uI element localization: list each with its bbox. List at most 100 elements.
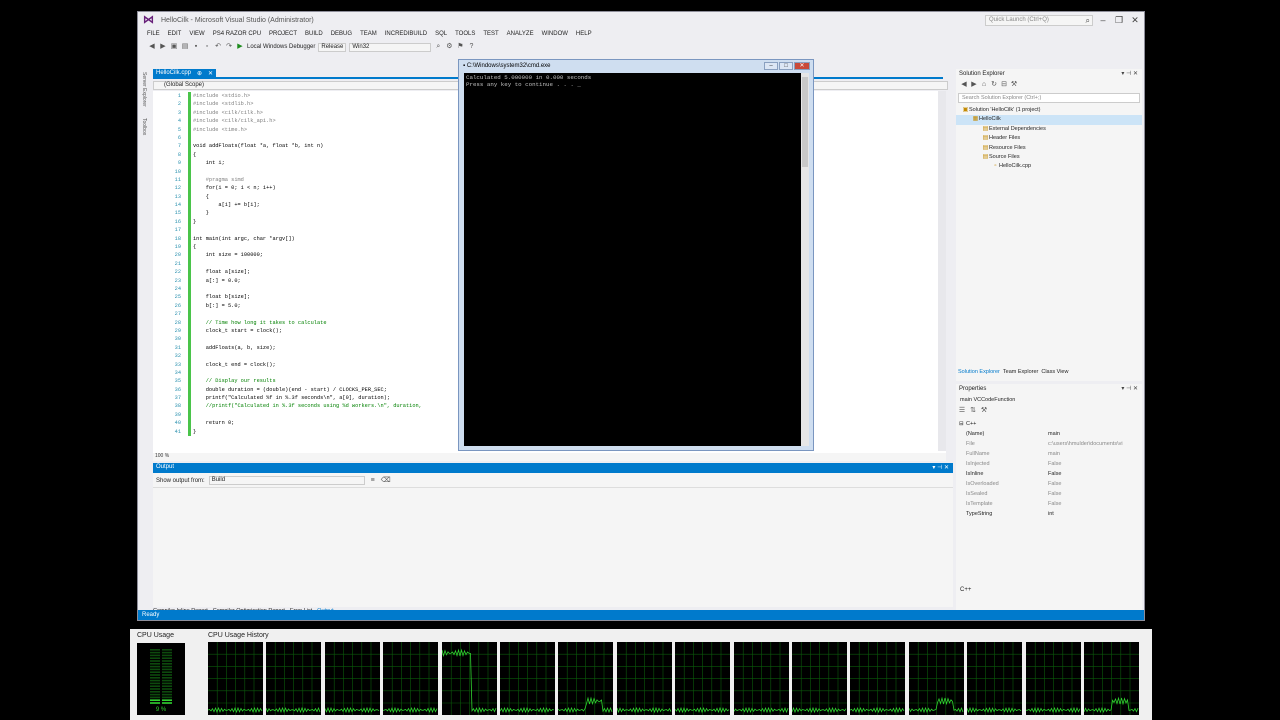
open-icon[interactable]: ▤ bbox=[181, 43, 189, 51]
property-object-select[interactable]: main VCCodeFunction bbox=[958, 396, 1140, 405]
menu-ps4-razor-cpu[interactable]: PS4 RAZOR CPU bbox=[209, 29, 265, 40]
tree-item[interactable]: ▣Solution 'HelloCilk' (1 project) bbox=[956, 106, 1142, 115]
refresh-icon[interactable]: ↻ bbox=[990, 81, 998, 89]
cmd-minimize-button[interactable]: – bbox=[764, 62, 778, 70]
search-icon[interactable]: ⌕ bbox=[1086, 16, 1090, 26]
menu-edit[interactable]: EDIT bbox=[164, 29, 186, 40]
tree-item[interactable]: ▤Resource Files bbox=[956, 144, 1142, 153]
property-value: False bbox=[1048, 471, 1062, 477]
panel-controls[interactable]: ▾ ⊣ ✕ bbox=[1121, 385, 1138, 392]
back-icon[interactable]: ◀ bbox=[148, 43, 156, 51]
property-row[interactable]: (Name) main bbox=[956, 429, 1142, 439]
property-row[interactable]: IsOverloaded False bbox=[956, 479, 1142, 489]
minimize-button[interactable]: – bbox=[1096, 15, 1110, 26]
panel-controls[interactable]: ▾ ⊣ ✕ bbox=[1121, 70, 1138, 77]
property-row[interactable]: IsInline False bbox=[956, 469, 1142, 479]
find-icon[interactable]: ⌕ bbox=[434, 43, 442, 51]
property-row[interactable]: IsInjected False bbox=[956, 459, 1142, 469]
editor-scrollbar[interactable] bbox=[938, 91, 946, 451]
collapse-icon[interactable]: ⊟ bbox=[959, 419, 964, 429]
maximize-button[interactable]: ❐ bbox=[1112, 15, 1126, 26]
close-tab-icon[interactable]: ✕ bbox=[208, 70, 213, 78]
start-debugging-icon[interactable]: ▶ bbox=[236, 43, 244, 51]
platform-select[interactable]: Win32 bbox=[349, 42, 432, 52]
cmd-maximize-button[interactable]: □ bbox=[779, 62, 793, 70]
menu-project[interactable]: PROJECT bbox=[265, 29, 301, 40]
cmd-scrollbar[interactable] bbox=[801, 73, 809, 446]
cmd-close-button[interactable]: ✕ bbox=[794, 62, 810, 70]
configuration-select[interactable]: Release bbox=[318, 42, 347, 52]
undo-icon[interactable]: ↶ bbox=[214, 43, 222, 51]
collapse-all-icon[interactable]: ⊟ bbox=[1000, 81, 1008, 89]
menu-incredibuild[interactable]: INCREDIBUILD bbox=[381, 29, 431, 40]
scope-select[interactable]: (Global Scope) bbox=[164, 82, 204, 88]
properties-icon[interactable]: ⚒ bbox=[1010, 81, 1018, 89]
property-name: FullName bbox=[966, 451, 990, 457]
quick-launch-input[interactable]: Quick Launch (Ctrl+Q) ⌕ bbox=[985, 15, 1093, 26]
menu-tools[interactable]: TOOLS bbox=[451, 29, 479, 40]
cpu-usage-label: CPU Usage bbox=[137, 632, 174, 639]
tab-class-view[interactable]: Class View bbox=[1041, 369, 1068, 378]
menu-debug[interactable]: DEBUG bbox=[327, 29, 356, 40]
menu-window[interactable]: WINDOW bbox=[538, 29, 572, 40]
save-icon[interactable]: ▪ bbox=[192, 43, 200, 51]
cmd-scroll-thumb[interactable] bbox=[802, 77, 808, 167]
solution-search-input[interactable]: Search Solution Explorer (Ctrl+;) bbox=[958, 93, 1140, 103]
tree-item[interactable]: ▦HelloCilk bbox=[956, 115, 1142, 125]
tab-hellocilk-cpp[interactable]: HelloCilk.cpp ⊕ ✕ bbox=[153, 69, 217, 79]
property-category[interactable]: ⊟ C++ bbox=[956, 419, 1142, 429]
property-name: File bbox=[966, 441, 975, 447]
output-source-select[interactable]: Build bbox=[208, 476, 365, 485]
line-number: 19 bbox=[174, 244, 181, 251]
tree-item[interactable]: ▤External Dependencies bbox=[956, 125, 1142, 134]
help-icon[interactable]: ? bbox=[467, 43, 475, 51]
menu-help[interactable]: HELP bbox=[572, 29, 596, 40]
close-button[interactable]: ✕ bbox=[1128, 15, 1142, 26]
clear-all-icon[interactable]: ⌫ bbox=[381, 477, 391, 485]
bookmark-icon[interactable]: ⚑ bbox=[456, 43, 464, 51]
debugger-target[interactable]: Local Windows Debugger bbox=[247, 44, 315, 50]
menu-team[interactable]: TEAM bbox=[356, 29, 381, 40]
menu-sql[interactable]: SQL bbox=[431, 29, 451, 40]
categorized-icon[interactable]: ☰ bbox=[958, 407, 966, 415]
build-icon[interactable]: ⚙ bbox=[445, 43, 453, 51]
forward-icon[interactable]: ▶ bbox=[159, 43, 167, 51]
property-grid: ⊟ C++ (Name) main File c:\users\hmulder\doc… bbox=[956, 419, 1142, 519]
cpu-core-graph bbox=[616, 642, 672, 715]
folder-icon: ▦ bbox=[972, 116, 979, 123]
solution-explorer-title: Solution Explorer bbox=[959, 71, 1005, 77]
save-all-icon[interactable]: ▫ bbox=[203, 43, 211, 51]
property-row[interactable]: IsSealed False bbox=[956, 489, 1142, 499]
panel-controls[interactable]: ▾ ⊣ ✕ bbox=[932, 464, 949, 471]
forward-icon[interactable]: ▶ bbox=[970, 81, 978, 89]
tree-item[interactable]: ▤Source Files bbox=[956, 153, 1142, 162]
menu-file[interactable]: FILE bbox=[143, 29, 164, 40]
zoom-level[interactable]: 100 % bbox=[153, 453, 946, 461]
word-wrap-icon[interactable]: ≡ bbox=[369, 477, 377, 485]
wrench-icon[interactable]: ⚒ bbox=[980, 407, 988, 415]
properties-title: Properties bbox=[959, 386, 987, 392]
server-explorer-tab[interactable]: Server Explorer bbox=[141, 72, 147, 107]
output-toolbar: Show output from: Build ≡ ⌫ bbox=[153, 475, 953, 486]
menu-view[interactable]: VIEW bbox=[185, 29, 208, 40]
output-text[interactable] bbox=[153, 487, 953, 597]
toolbox-tab[interactable]: Toolbox bbox=[141, 118, 147, 135]
property-row[interactable]: File c:\users\hmulder\documents\vi bbox=[956, 439, 1142, 449]
menu-analyze[interactable]: ANALYZE bbox=[503, 29, 538, 40]
tree-item[interactable]: ▫ HelloCilk.cpp bbox=[956, 162, 1142, 171]
back-icon[interactable]: ◀ bbox=[960, 81, 968, 89]
menu-test[interactable]: TEST bbox=[479, 29, 502, 40]
new-project-icon[interactable]: ▣ bbox=[170, 43, 178, 51]
home-icon[interactable]: ⌂ bbox=[980, 81, 988, 89]
tab-solution-explorer[interactable]: Solution Explorer bbox=[958, 369, 1000, 378]
tree-item[interactable]: ▤Header Files bbox=[956, 134, 1142, 143]
alphabetical-icon[interactable]: ⇅ bbox=[969, 407, 977, 415]
menu-build[interactable]: BUILD bbox=[301, 29, 327, 40]
tab-team-explorer[interactable]: Team Explorer bbox=[1003, 369, 1038, 378]
pin-icon[interactable]: ⊕ bbox=[197, 70, 202, 78]
property-row[interactable]: FullName main bbox=[956, 449, 1142, 459]
redo-icon[interactable]: ↷ bbox=[225, 43, 233, 51]
console-output[interactable]: Calculated 5.000000 in 0.000 seconds Pre… bbox=[464, 73, 801, 446]
property-row[interactable]: IsTemplate False bbox=[956, 499, 1142, 509]
property-row[interactable]: TypeString int bbox=[956, 509, 1142, 519]
